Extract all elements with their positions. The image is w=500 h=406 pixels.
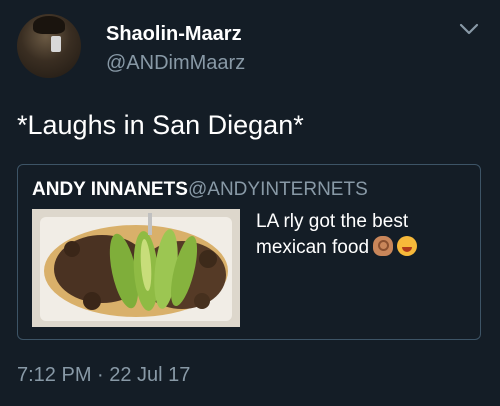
tweet-text: *Laughs in San Diegan* <box>17 110 304 140</box>
quoted-tweet[interactable]: ANDY INNANETS @ANDYINTERNETS LA rly got … <box>17 164 481 340</box>
author-handle[interactable]: @ANDimMaarz <box>106 52 245 75</box>
ok-hand-icon <box>373 236 394 256</box>
chevron-down-icon[interactable] <box>458 22 480 36</box>
food-photo[interactable] <box>32 209 240 327</box>
food-photo-drawing <box>32 209 240 327</box>
tweet-timestamp[interactable]: 7:12 PM · 22 Jul 17 <box>17 364 190 387</box>
author-display-name[interactable]: Shaolin-Maarz <box>106 23 242 46</box>
avatar-phone <box>51 36 61 52</box>
avatar-hair <box>33 16 65 34</box>
quoted-handle: @ANDYINTERNETS <box>188 179 368 200</box>
avatar[interactable] <box>17 14 81 78</box>
quoted-display-name: ANDY INNANETS <box>32 179 188 200</box>
drooling-face-icon <box>397 236 418 256</box>
quoted-text: LA rly got the best mexican food <box>256 209 468 261</box>
